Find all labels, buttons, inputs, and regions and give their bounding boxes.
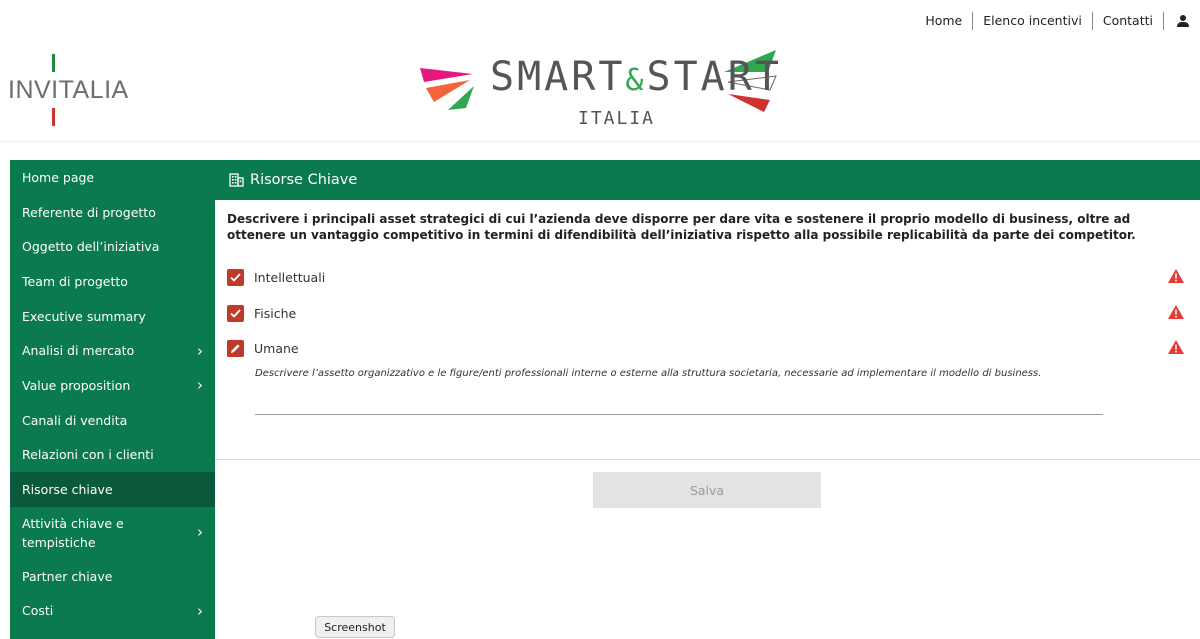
invitalia-logo-text: INVITALIA	[8, 76, 129, 104]
sidebar-item-label: Value proposition	[22, 377, 131, 393]
top-navigation: Home Elenco incentivi Contatti	[915, 0, 1200, 42]
sidebar-item[interactable]: Value proposition ›	[10, 368, 215, 403]
section-description: Descrivere i principali asset strategici…	[227, 212, 1136, 242]
sidebar-item[interactable]: Referente di progetto	[10, 195, 215, 230]
sidebar-item[interactable]: Team di progetto	[10, 264, 215, 299]
warning-icon	[1167, 268, 1185, 288]
option-umane: Umane	[227, 338, 1187, 358]
sidebar-item[interactable]: Risorse chiave	[10, 472, 215, 507]
smart-start-subtitle: ITALIA	[578, 108, 656, 129]
sidebar-item-label: Referente di progetto	[22, 204, 156, 220]
chevron-right-icon: ›	[197, 376, 203, 395]
nav-contatti-link[interactable]: Contatti	[1093, 12, 1164, 30]
sidebar-item[interactable]: Executive summary	[10, 299, 215, 334]
sidebar-item-label: Costi	[22, 603, 54, 619]
invitalia-logo[interactable]: INVITALIA	[8, 54, 138, 128]
option-label: Umane	[254, 340, 299, 356]
screenshot-button[interactable]: Screenshot	[315, 616, 395, 638]
option-label: Intellettuali	[254, 269, 326, 285]
building-icon	[229, 173, 244, 187]
checkbox-fisiche[interactable]	[227, 304, 244, 322]
sidebar-item-label: Partner chiave	[22, 568, 113, 584]
nav-home-link[interactable]: Home	[915, 12, 974, 30]
divider	[215, 459, 1200, 460]
warning-icon	[1167, 304, 1185, 324]
save-button[interactable]: Salva	[593, 472, 821, 508]
sidebar-item-label: Attività chiave e tempistiche	[22, 515, 124, 550]
warning-icon	[1167, 339, 1185, 359]
panel-title: Risorse Chiave	[250, 172, 358, 188]
sidebar-item[interactable]: Costi ›	[10, 594, 215, 629]
chevron-right-icon: ›	[197, 601, 203, 620]
user-icon[interactable]	[1164, 14, 1190, 28]
umane-text-input[interactable]	[255, 414, 1103, 415]
sidebar-item-label: Oggetto dell’iniziativa	[22, 239, 160, 255]
sidebar-item-label: Relazioni con i clienti	[22, 447, 154, 463]
sidebar-item-label: Risorse chiave	[22, 482, 113, 498]
sidebar-item-label: Analisi di mercato	[22, 343, 135, 359]
sidebar-item[interactable]: Canali di vendita	[10, 403, 215, 438]
smart-start-logo: SMART&START ITALIA	[418, 46, 779, 138]
chevron-right-icon: ›	[197, 523, 203, 542]
panel-header: Risorse Chiave	[215, 160, 1200, 200]
nav-incentivi-link[interactable]: Elenco incentivi	[973, 12, 1093, 30]
chevron-right-icon: ›	[197, 341, 203, 360]
option-intellettuali: Intellettuali	[227, 267, 1187, 287]
sidebar-item[interactable]: Partner chiave	[10, 559, 215, 594]
sidebar-item[interactable]: Home page	[10, 160, 215, 195]
sidebar-item-label: Home page	[22, 169, 95, 185]
main-panel: Risorse Chiave Descrivere i principali a…	[215, 160, 1200, 639]
header: INVITALIA SMART&START ITALIA	[0, 42, 1200, 142]
checkbox-intellettuali[interactable]	[227, 268, 244, 286]
smart-start-title: SMART&START	[490, 54, 782, 100]
pencil-icon	[231, 343, 240, 353]
logo-green-bar	[52, 54, 55, 72]
sidebar-item-label: Team di progetto	[22, 273, 128, 289]
sidebar-item[interactable]: Attività chiave e tempistiche ›	[10, 507, 215, 559]
sidebar-menu: Home page Referente di progetto Oggetto de…	[10, 160, 215, 639]
sidebar-item[interactable]: Relazioni con i clienti	[10, 438, 215, 473]
check-icon	[230, 272, 241, 282]
sidebar-item[interactable]: Analisi di mercato ›	[10, 333, 215, 368]
sidebar-item[interactable]: Oggetto dell’iniziativa	[10, 229, 215, 264]
option-fisiche: Fisiche	[227, 303, 1187, 323]
option-label: Fisiche	[254, 305, 297, 321]
sidebar-item-label: Executive summary	[22, 308, 146, 324]
sidebar-item-label: Canali di vendita	[22, 412, 128, 428]
check-icon	[230, 308, 241, 318]
logo-red-bar	[52, 108, 55, 126]
edit-umane-button[interactable]	[227, 339, 244, 357]
umane-hint: Descrivere l’assetto organizzativo e le …	[255, 368, 1042, 379]
